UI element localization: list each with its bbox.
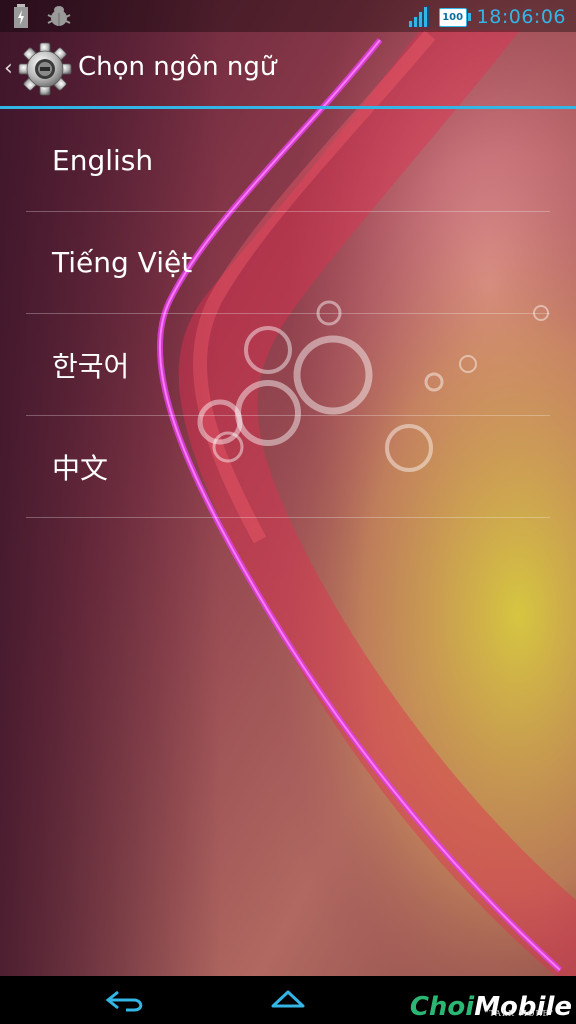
page-title: Chọn ngôn ngữ	[78, 52, 277, 82]
watermark-logo: ChoiMobile "TALK MORE"	[410, 992, 572, 1022]
language-list: English Tiếng Việt 한국어 中文	[26, 109, 550, 518]
back-icon[interactable]	[104, 988, 148, 1018]
battery-icon: 100	[438, 7, 471, 27]
language-option-english[interactable]: English	[26, 109, 550, 212]
language-option-vietnamese[interactable]: Tiếng Việt	[26, 212, 550, 314]
action-bar: ‹ Chọn ngôn ngữ	[0, 32, 576, 106]
status-bar: 100 18:06:06	[0, 0, 576, 32]
battery-level: 100	[442, 11, 464, 23]
watermark-brand-first: Choi	[409, 992, 475, 1022]
debug-bug-icon	[46, 5, 72, 31]
up-navigation-button[interactable]: ‹	[0, 32, 76, 106]
action-bar-divider	[0, 106, 576, 109]
signal-icon	[405, 3, 429, 31]
home-icon[interactable]	[270, 986, 306, 1016]
settings-gear-icon	[18, 42, 72, 96]
watermark-tagline: "TALK MORE"	[484, 1009, 554, 1018]
status-clock: 18:06:06	[476, 6, 566, 28]
language-option-korean[interactable]: 한국어	[26, 314, 550, 416]
language-option-chinese[interactable]: 中文	[26, 416, 550, 518]
chevron-left-icon: ‹	[4, 56, 13, 81]
battery-charging-icon	[14, 4, 28, 32]
